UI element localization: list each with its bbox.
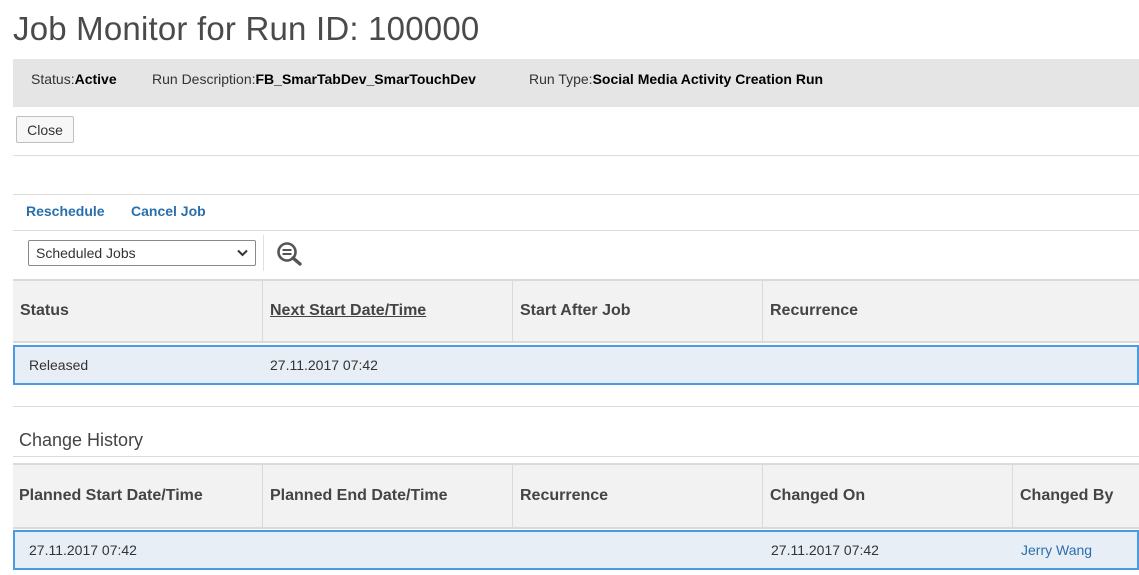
history-table-header: Planned Start Date/Time Planned End Date…	[13, 463, 1139, 529]
divider	[13, 155, 1139, 156]
column-header-changed-on[interactable]: Changed On	[763, 465, 1013, 527]
cell-planned-start: 27.11.2017 07:42	[29, 542, 137, 558]
page-title: Job Monitor for Run ID: 100000	[13, 10, 480, 47]
changed-by-link[interactable]: Jerry Wang	[1021, 532, 1092, 568]
run-type-label: Run Type:	[529, 71, 593, 87]
status-label: Status:	[31, 71, 75, 87]
cell-changed-on: 27.11.2017 07:42	[771, 542, 879, 558]
column-header-status[interactable]: Status	[13, 281, 263, 341]
run-description-value: FB_SmarTabDev_SmarTouchDev	[255, 71, 476, 87]
column-header-planned-start[interactable]: Planned Start Date/Time	[13, 465, 263, 527]
close-button[interactable]: Close	[16, 116, 74, 143]
table-row[interactable]: Released 27.11.2017 07:42	[13, 345, 1139, 385]
divider	[13, 230, 1139, 231]
chevron-down-icon	[237, 249, 248, 257]
jobs-table-header: Status Next Start Date/Time Start After …	[13, 279, 1139, 343]
table-row[interactable]: 27.11.2017 07:42 27.11.2017 07:42 Jerry …	[13, 530, 1139, 570]
run-type-field: Run Type:Social Media Activity Creation …	[529, 71, 823, 87]
divider	[13, 194, 1139, 195]
job-filter-select[interactable]: Scheduled Jobs	[28, 240, 256, 266]
run-info-bar: Status:Active Run Description:FB_SmarTab…	[13, 59, 1139, 107]
column-header-next-start[interactable]: Next Start Date/Time	[263, 281, 513, 341]
column-header-planned-end[interactable]: Planned End Date/Time	[263, 465, 513, 527]
column-header-recurrence[interactable]: Recurrence	[513, 465, 763, 527]
cell-status: Released	[29, 357, 89, 373]
change-history-title: Change History	[19, 430, 144, 450]
divider	[13, 456, 1139, 457]
column-header-changed-by[interactable]: Changed By	[1013, 465, 1139, 527]
reschedule-link[interactable]: Reschedule	[26, 203, 105, 219]
cancel-job-link[interactable]: Cancel Job	[131, 203, 206, 219]
column-header-start-after-job[interactable]: Start After Job	[513, 281, 763, 341]
toolbar-separator	[263, 235, 264, 271]
status-field: Status:Active	[31, 71, 117, 87]
column-header-recurrence[interactable]: Recurrence	[763, 281, 1139, 341]
status-value: Active	[74, 71, 117, 87]
job-filter-value: Scheduled Jobs	[36, 245, 136, 261]
zoom-out-icon[interactable]	[276, 241, 303, 267]
run-description-field: Run Description:FB_SmarTabDev_SmarTouchD…	[152, 71, 476, 87]
run-type-value: Social Media Activity Creation Run	[592, 71, 824, 87]
run-description-label: Run Description:	[152, 71, 256, 87]
divider	[13, 406, 1139, 407]
cell-next-start: 27.11.2017 07:42	[270, 357, 378, 373]
